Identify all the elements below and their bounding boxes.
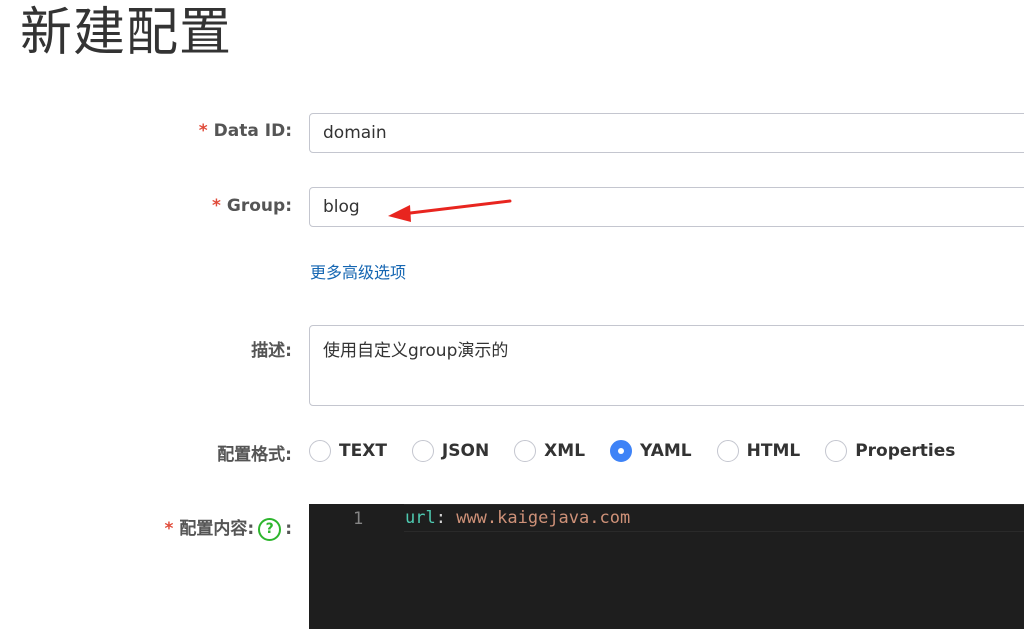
new-config-page: 新建配置 * Data ID: domain * Group: blog 更多高级选… xyxy=(0,0,1024,629)
radio-label: YAML xyxy=(640,441,692,461)
format-label: 配置格式: xyxy=(217,445,292,465)
description-label: 描述: xyxy=(251,341,292,361)
format-option-html[interactable]: HTML xyxy=(716,440,801,462)
radio-circle[interactable] xyxy=(309,440,331,462)
content-label-colon: : xyxy=(285,519,292,539)
page-title: 新建配置 xyxy=(20,3,233,63)
content-label: * 配置内容:?: xyxy=(164,514,292,541)
question-circle-icon[interactable]: ? xyxy=(258,517,282,541)
radio-label: JSON xyxy=(441,441,490,461)
data-id-input[interactable]: domain xyxy=(309,113,1024,153)
group-label: * Group: xyxy=(212,196,292,216)
format-option-xml[interactable]: XML xyxy=(514,440,585,462)
data-id-label-text: Data ID: xyxy=(213,121,292,141)
required-mark: * xyxy=(198,121,208,141)
format-option-yaml[interactable]: YAML xyxy=(610,440,692,462)
data-id-label: * Data ID: xyxy=(199,121,292,141)
red-arrow-annotation xyxy=(388,199,512,222)
content-label-text: 配置内容: xyxy=(179,519,255,539)
more-advanced-options-link[interactable]: 更多高级选项 xyxy=(310,259,406,283)
code-editor[interactable]: 1 url: www.kaigejava.com xyxy=(309,504,1024,629)
radio-label: XML xyxy=(544,441,586,461)
description-textarea[interactable]: 使用自定义group演示的 xyxy=(309,325,1024,406)
format-option-text[interactable]: TEXT xyxy=(309,440,387,462)
yaml-value: www.kaigejava.com xyxy=(456,508,631,528)
format-radio-group: TEXT JSON XML YAML HTML Properties xyxy=(309,437,980,465)
radio-circle[interactable] xyxy=(825,440,848,462)
radio-circle[interactable] xyxy=(411,440,434,462)
format-option-json[interactable]: JSON xyxy=(411,440,490,462)
radio-label: Properties xyxy=(855,441,956,461)
group-label-text: Group: xyxy=(226,196,292,216)
radio-label: HTML xyxy=(746,441,801,461)
format-option-properties[interactable]: Properties xyxy=(825,440,955,462)
yaml-separator: : xyxy=(435,508,457,528)
radio-circle[interactable] xyxy=(716,440,739,462)
yaml-key: url xyxy=(405,508,436,528)
radio-circle-checked[interactable] xyxy=(610,440,633,462)
required-mark: * xyxy=(164,519,174,539)
radio-circle[interactable] xyxy=(514,440,537,462)
radio-label: TEXT xyxy=(339,441,387,461)
required-mark: * xyxy=(212,196,221,216)
line-number: 1 xyxy=(353,509,364,529)
code-line[interactable]: url: www.kaigejava.com xyxy=(405,508,630,528)
